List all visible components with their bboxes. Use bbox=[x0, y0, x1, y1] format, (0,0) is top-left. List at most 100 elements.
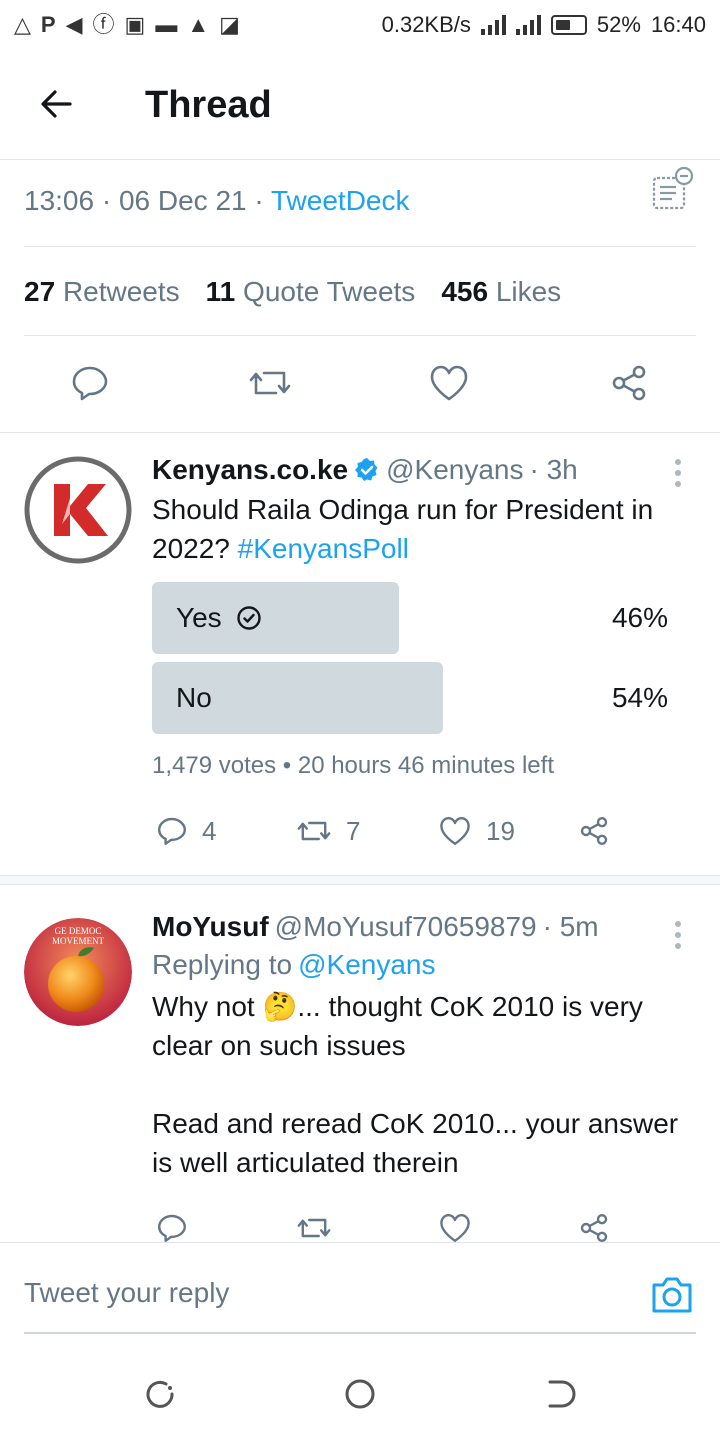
facebook-icon: ⓕ bbox=[92, 12, 115, 37]
heart-icon bbox=[440, 1214, 470, 1242]
poll-votes: 1,479 votes bbox=[152, 752, 277, 779]
tweet-age: · 3h bbox=[529, 454, 578, 485]
avatar-kenyans[interactable] bbox=[24, 456, 132, 564]
likes-stat[interactable]: 456 Likes bbox=[441, 276, 561, 308]
poll-tweet-actions: 4 7 19 bbox=[152, 815, 622, 859]
meta-separator: · bbox=[101, 185, 112, 216]
author-handle[interactable]: @Kenyans bbox=[386, 454, 523, 486]
tweet-text: Should Raila Odinga run for President in… bbox=[152, 494, 654, 564]
check-circle-icon bbox=[236, 606, 261, 630]
poll-percent: 54% bbox=[611, 682, 668, 713]
home-circle-icon bbox=[345, 1379, 375, 1409]
reply-tweet[interactable]: GE DEMOC MOVEMENT MoYusuf @MoYusuf706598… bbox=[0, 886, 720, 1242]
back-nav-button[interactable] bbox=[540, 1374, 580, 1414]
retweet-icon bbox=[249, 371, 291, 395]
reply-button[interactable] bbox=[156, 1212, 188, 1242]
poll-percent: 46% bbox=[611, 602, 668, 633]
like-button[interactable]: 19 bbox=[438, 815, 515, 847]
poll-tweet-body: Kenyans.co.ke @Kenyans · 3h Should Raila… bbox=[152, 454, 690, 780]
retweet-button[interactable] bbox=[245, 358, 295, 408]
poll-time-left: 20 hours 46 minutes left bbox=[297, 752, 554, 779]
poll-option-yes[interactable]: Yes 46% bbox=[152, 582, 690, 654]
poll-meta: 1,479 votes • 20 hours 46 minutes left bbox=[152, 752, 690, 780]
recents-icon bbox=[146, 1380, 174, 1408]
author-name[interactable]: MoYusuf bbox=[152, 911, 269, 943]
status-system: 0.32KB/s 52% 16:40 bbox=[382, 12, 706, 38]
retweet-icon bbox=[297, 1218, 331, 1238]
tweet-timestamp: 13:06 · 06 Dec 21 · TweetDeck bbox=[24, 185, 410, 217]
like-button[interactable] bbox=[438, 1212, 472, 1242]
poll-tweet[interactable]: Kenyans.co.ke @Kenyans · 3h Should Raila… bbox=[0, 432, 720, 876]
arrow-left-icon bbox=[41, 90, 72, 118]
author-name[interactable]: Kenyans.co.ke bbox=[152, 454, 348, 486]
thinking-emoji: 🤔 bbox=[262, 991, 298, 1022]
reply-input[interactable] bbox=[24, 1277, 584, 1309]
tweet-age: · 5m bbox=[542, 911, 599, 942]
retweet-button[interactable]: 7 bbox=[296, 815, 360, 847]
tweet-source-link[interactable]: TweetDeck bbox=[271, 185, 410, 216]
author-handle[interactable]: @MoYusuf70659879 bbox=[275, 911, 537, 943]
status-notification-icons: △ P ◀ ⓕ ▣ ▬ ▲ ◪ bbox=[14, 14, 240, 36]
retweet-button[interactable] bbox=[296, 1212, 332, 1242]
tweet-header: Kenyans.co.ke @Kenyans · 3h bbox=[152, 454, 690, 486]
home-button[interactable] bbox=[340, 1374, 380, 1414]
reply-icon bbox=[158, 817, 186, 845]
battery-level: 52% bbox=[596, 12, 641, 37]
system-nav-bar bbox=[0, 1336, 720, 1440]
analytics-button[interactable] bbox=[650, 166, 694, 214]
reply-button[interactable]: 4 bbox=[156, 815, 216, 847]
back-button[interactable] bbox=[36, 84, 76, 124]
reply-button[interactable] bbox=[65, 358, 115, 408]
poll-option-label: Yes bbox=[176, 602, 222, 633]
like-button[interactable] bbox=[424, 358, 474, 408]
replying-to: Replying to @Kenyans bbox=[152, 949, 436, 981]
share-icon bbox=[580, 1214, 608, 1242]
tweet-date: 06 Dec 21 bbox=[118, 185, 247, 216]
mention-link[interactable]: @Kenyans bbox=[298, 949, 435, 981]
recent-apps-button[interactable] bbox=[140, 1374, 180, 1414]
retweet-count: 7 bbox=[346, 815, 361, 846]
reply-icon bbox=[72, 366, 108, 401]
tweet-text-paragraph: Read and reread CoK 2010... your answer … bbox=[152, 1108, 679, 1178]
app-header: Thread bbox=[0, 50, 720, 160]
back-nav-icon bbox=[548, 1380, 576, 1408]
reply-underline bbox=[24, 1332, 696, 1334]
hashtag-link[interactable]: #KenyansPoll bbox=[238, 533, 409, 564]
image-icon: ◪ bbox=[219, 12, 240, 37]
tweet-header: MoYusuf @MoYusuf70659879 · 5m bbox=[152, 911, 690, 943]
tweet-text: Why not 🤔... thought CoK 2010 is very cl… bbox=[152, 991, 643, 1061]
camera-button[interactable] bbox=[650, 1273, 694, 1315]
reply-composer bbox=[0, 1242, 720, 1336]
alert-icon: ▲ bbox=[187, 12, 210, 37]
tweet-time: 13:06 bbox=[24, 185, 95, 216]
p-icon: P bbox=[40, 12, 56, 37]
avatar-moyusuf[interactable]: GE DEMOC MOVEMENT bbox=[24, 918, 132, 1026]
net-speed: 0.32KB/s bbox=[381, 12, 471, 37]
poll-option-no[interactable]: No 54% bbox=[152, 662, 690, 734]
warning-icon: △ bbox=[14, 12, 31, 37]
page-title: Thread bbox=[145, 84, 272, 126]
battery-icon bbox=[550, 15, 587, 35]
reply-icon bbox=[158, 1214, 186, 1242]
like-count: 19 bbox=[486, 815, 515, 846]
signal-icon bbox=[480, 15, 506, 35]
clock: 16:40 bbox=[650, 12, 706, 37]
message-icon: ▬ bbox=[155, 12, 178, 37]
share-icon bbox=[580, 817, 608, 845]
analytics-icon bbox=[652, 166, 694, 210]
quote-tweets-stat[interactable]: 11 Quote Tweets bbox=[206, 276, 416, 308]
heart-icon bbox=[440, 817, 470, 845]
reply-tweet-body: MoYusuf @MoYusuf70659879 · 5m Replying t… bbox=[152, 911, 690, 1182]
share-button[interactable] bbox=[604, 358, 654, 408]
retweets-stat[interactable]: 27 Retweets bbox=[24, 276, 180, 308]
download-icon: ▣ bbox=[124, 12, 146, 37]
share-button[interactable] bbox=[578, 815, 610, 847]
thread-separator bbox=[0, 875, 720, 885]
share-button[interactable] bbox=[578, 1212, 610, 1242]
retweet-icon bbox=[297, 821, 331, 841]
share-icon bbox=[612, 365, 646, 401]
poll: Yes 46% No 54% 1,479 votes • 20 hours 46… bbox=[152, 582, 690, 780]
reply-count: 4 bbox=[202, 815, 217, 846]
verified-icon bbox=[355, 458, 378, 481]
main-tweet-actions bbox=[0, 358, 720, 414]
